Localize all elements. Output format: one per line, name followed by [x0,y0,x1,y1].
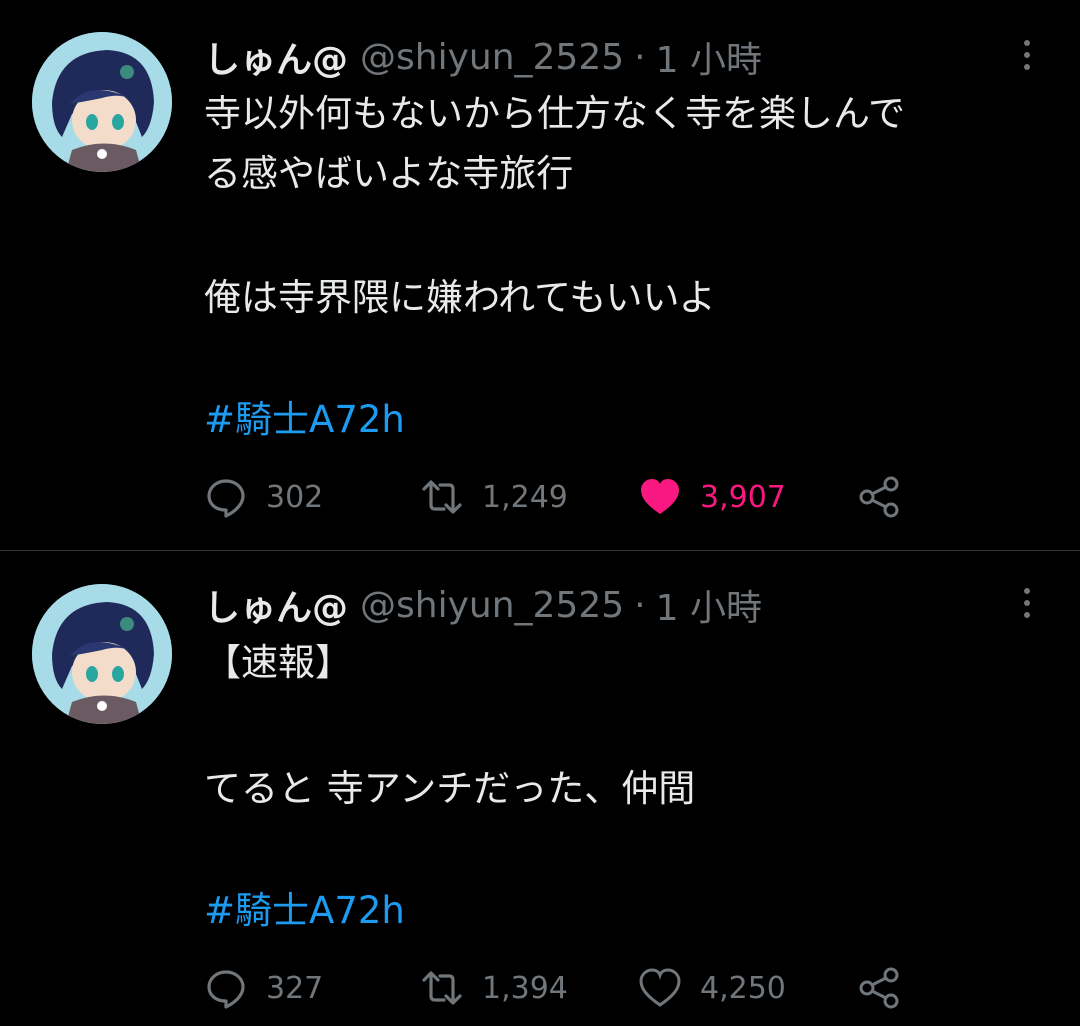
share-icon [859,476,899,518]
reply-button[interactable]: 302 [204,472,323,522]
like-count: 4,250 [700,970,786,1006]
tweet-text-line: る感やばいよな寺旅行 [204,152,574,195]
heart-filled-icon [641,479,679,514]
display-name[interactable]: しゅん@ [204,31,348,83]
heart-outline-icon [639,968,681,1007]
avatar[interactable] [32,584,172,724]
tweet-header: しゅん@ @shiyun_2525 · 1 小時 [204,580,762,630]
share-button[interactable] [858,472,902,522]
avatar-illustration-icon [32,32,172,172]
tweet-text-line: 俺は寺界隈に嫌われてもいいよ [204,276,716,319]
retweet-count: 1,249 [482,479,568,515]
hashtag-link[interactable]: #騎士A72h [204,392,405,448]
tweet-text-line: 寺以外何もないから仕方なく寺を楽しんで [204,92,906,135]
display-name[interactable]: しゅん@ [204,579,348,631]
handle[interactable]: @shiyun_2525 [360,585,624,626]
share-icon [859,967,899,1009]
hashtag-link[interactable]: #騎士A72h [204,883,405,939]
tweet-text-line: 【速報】 [204,641,352,684]
tweet[interactable]: しゅん@ @shiyun_2525 · 1 小時 【速報】 てると 寺アンチだっ… [0,551,1080,1026]
retweet-icon [422,480,462,514]
like-button[interactable]: 4,250 [638,963,786,1013]
retweet-button[interactable]: 1,249 [420,472,568,522]
share-button[interactable] [858,963,902,1013]
tweet[interactable]: しゅん@ @shiyun_2525 · 1 小時 寺以外何もないから仕方なく寺を… [0,0,1080,550]
retweet-count: 1,394 [482,970,568,1006]
like-button[interactable]: 3,907 [638,472,786,522]
reply-count: 327 [266,970,324,1006]
reply-count: 302 [266,479,324,515]
reply-button[interactable]: 327 [204,963,323,1013]
retweet-icon [422,971,462,1005]
timestamp[interactable]: 1 小時 [656,579,762,631]
avatar-illustration-icon [32,584,172,724]
reply-icon [207,970,245,1009]
timestamp[interactable]: 1 小時 [656,31,762,83]
separator: · [634,584,646,626]
more-icon[interactable] [1010,30,1044,80]
avatar[interactable] [32,32,172,172]
more-icon[interactable] [1010,578,1044,628]
tweet-text-line: てると 寺アンチだった、仲間 [204,767,696,810]
separator: · [634,36,646,78]
retweet-button[interactable]: 1,394 [420,963,568,1013]
like-count: 3,907 [700,479,786,515]
handle[interactable]: @shiyun_2525 [360,37,624,78]
tweet-header: しゅん@ @shiyun_2525 · 1 小時 [204,32,762,82]
reply-icon [207,479,245,518]
